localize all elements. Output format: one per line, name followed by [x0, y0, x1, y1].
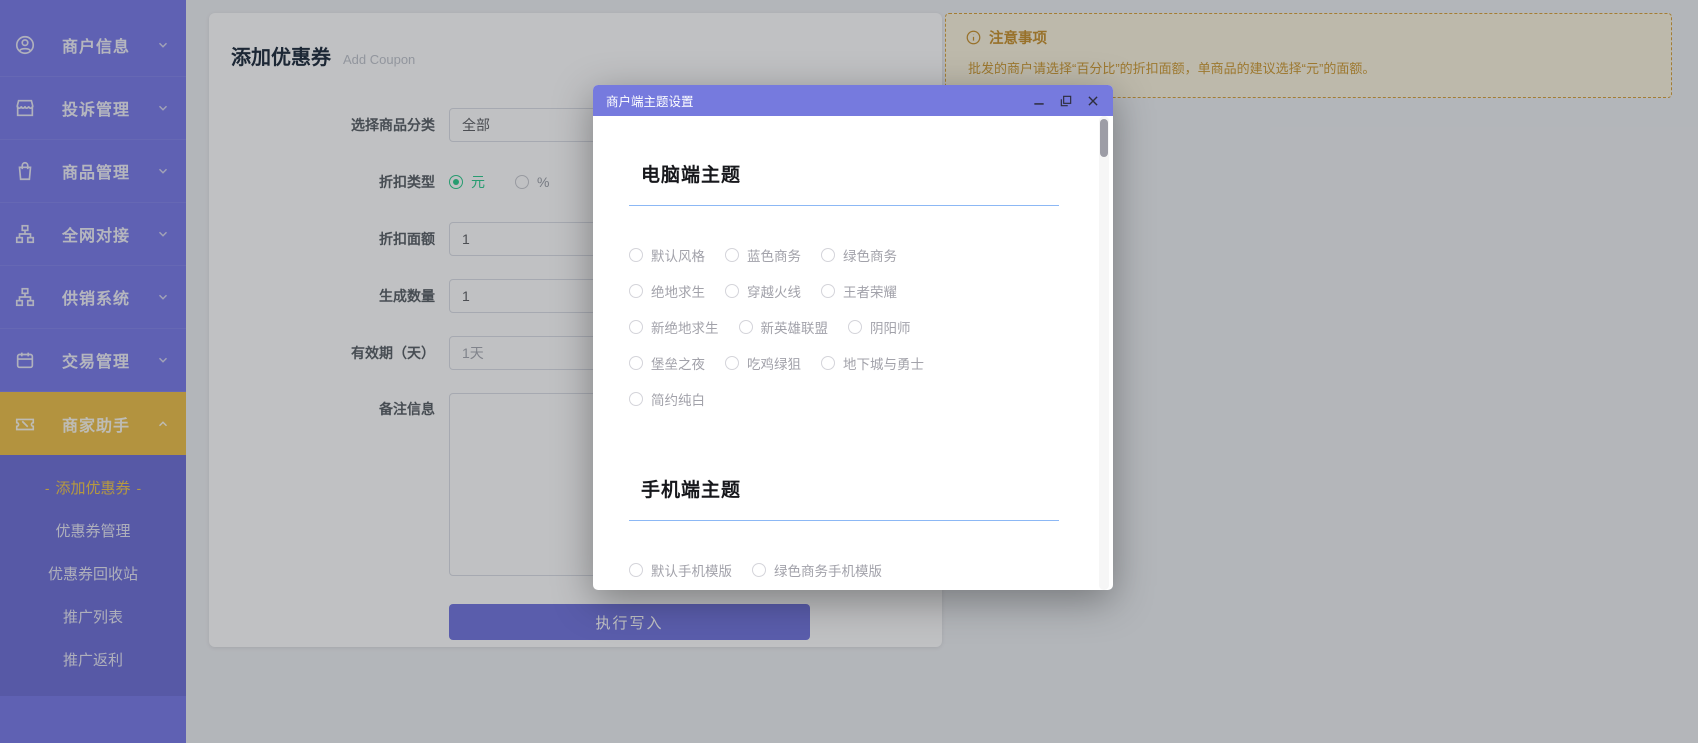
radio-unselected-icon	[629, 284, 643, 298]
theme-option-green-business[interactable]: 绿色商务	[821, 245, 897, 265]
theme-settings-modal: 商户端主题设置 电脑端主题 默认风格	[593, 85, 1113, 590]
scrollbar-thumb[interactable]	[1100, 119, 1108, 157]
section-divider	[629, 520, 1059, 521]
theme-option-row: 堡垒之夜 吃鸡绿狙 地下城与勇士	[629, 355, 1059, 370]
modal-titlebar[interactable]: 商户端主题设置	[593, 85, 1113, 116]
radio-unselected-icon	[629, 248, 643, 262]
mobile-theme-section: 手机端主题 默认手机模版 绿色商务手机模版 简约风格手机模版	[629, 427, 1059, 590]
theme-option-mobile-default[interactable]: 默认手机模版	[629, 560, 732, 580]
radio-unselected-icon	[629, 356, 643, 370]
section-divider	[629, 205, 1059, 206]
radio-unselected-icon	[821, 356, 835, 370]
radio-unselected-icon	[629, 392, 643, 406]
theme-option-default[interactable]: 默认风格	[629, 245, 705, 265]
theme-option-mobile-green[interactable]: 绿色商务手机模版	[752, 560, 882, 580]
modal-body: 电脑端主题 默认风格 蓝色商务 绿色商务 绝地求生 穿越火线 王者荣耀 新绝地求…	[593, 116, 1113, 590]
radio-unselected-icon	[848, 320, 862, 334]
theme-option-onmyoji[interactable]: 阴阳师	[848, 317, 911, 337]
modal-title: 商户端主题设置	[606, 91, 694, 110]
mobile-theme-options: 默认手机模版 绿色商务手机模版 简约风格手机模版	[629, 562, 1059, 590]
theme-option-fortnite[interactable]: 堡垒之夜	[629, 353, 705, 373]
radio-unselected-icon	[629, 563, 643, 577]
theme-option-crossfire[interactable]: 穿越火线	[725, 281, 801, 301]
theme-option-chicken[interactable]: 吃鸡绿狙	[725, 353, 801, 373]
close-icon[interactable]	[1086, 94, 1100, 108]
theme-option-row: 默认风格 蓝色商务 绿色商务	[629, 247, 1059, 262]
radio-unselected-icon	[725, 356, 739, 370]
window-controls	[1032, 94, 1100, 108]
maximize-icon[interactable]	[1059, 94, 1073, 108]
theme-option-row: 新绝地求生 新英雄联盟 阴阳师	[629, 319, 1059, 334]
theme-option-pubg[interactable]: 绝地求生	[629, 281, 705, 301]
modal-scrollbar[interactable]	[1099, 116, 1109, 590]
section-heading: 手机端主题	[629, 475, 1059, 502]
radio-unselected-icon	[725, 248, 739, 262]
theme-option-dnf[interactable]: 地下城与勇士	[821, 353, 924, 373]
pc-theme-section: 电脑端主题 默认风格 蓝色商务 绿色商务 绝地求生 穿越火线 王者荣耀 新绝地求…	[629, 116, 1059, 406]
theme-option-new-pubg[interactable]: 新绝地求生	[629, 317, 719, 337]
radio-unselected-icon	[725, 284, 739, 298]
radio-unselected-icon	[821, 284, 835, 298]
radio-unselected-icon	[629, 320, 643, 334]
theme-option-row: 简约纯白	[629, 391, 1059, 406]
theme-option-new-lol[interactable]: 新英雄联盟	[739, 317, 829, 337]
radio-unselected-icon	[739, 320, 753, 334]
theme-option-simple-white[interactable]: 简约纯白	[629, 389, 705, 409]
app-window: 商户信息 投诉管理 商品管理	[0, 0, 1698, 743]
theme-option-kings[interactable]: 王者荣耀	[821, 281, 897, 301]
minimize-icon[interactable]	[1032, 94, 1046, 108]
theme-option-row: 绝地求生 穿越火线 王者荣耀	[629, 283, 1059, 298]
section-heading: 电脑端主题	[629, 160, 1059, 187]
theme-option-blue-business[interactable]: 蓝色商务	[725, 245, 801, 265]
radio-unselected-icon	[821, 248, 835, 262]
theme-option-row: 默认手机模版 绿色商务手机模版	[629, 562, 1059, 577]
pc-theme-options: 默认风格 蓝色商务 绿色商务 绝地求生 穿越火线 王者荣耀 新绝地求生 新英雄联…	[629, 247, 1059, 406]
radio-unselected-icon	[752, 563, 766, 577]
